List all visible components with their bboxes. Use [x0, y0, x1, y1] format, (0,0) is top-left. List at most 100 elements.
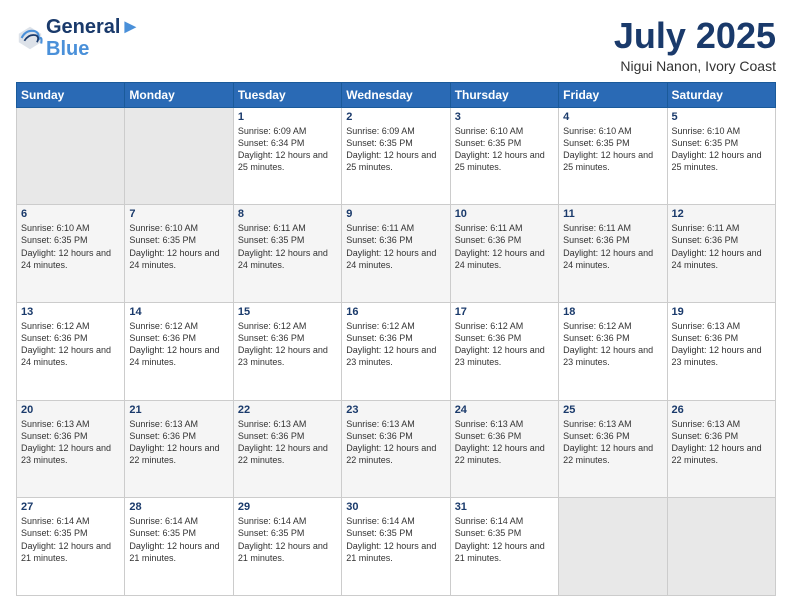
day-info: Sunrise: 6:10 AM Sunset: 6:35 PM Dayligh…: [455, 125, 554, 174]
calendar-cell: 18Sunrise: 6:12 AM Sunset: 6:36 PM Dayli…: [559, 302, 667, 400]
calendar-cell: 11 Sunrise: 6:11 AM Sunset: 6:36 PM Dayli…: [559, 205, 667, 303]
day-number: 6: [21, 208, 120, 220]
day-info: Sunrise: 6:13 AM Sunset: 6:36 PM Dayligh…: [455, 418, 554, 467]
calendar-cell: 4 Sunrise: 6:10 AM Sunset: 6:35 PM Daylig…: [559, 107, 667, 205]
calendar-cell: 2 Sunrise: 6:09 AM Sunset: 6:35 PM Daylig…: [342, 107, 450, 205]
calendar-cell: 3 Sunrise: 6:10 AM Sunset: 6:35 PM Daylig…: [450, 107, 558, 205]
day-number: 3: [455, 111, 554, 123]
week-row-2: 13Sunrise: 6:12 AM Sunset: 6:36 PM Dayli…: [17, 302, 776, 400]
day-number: 21: [129, 404, 228, 416]
day-number: 7: [129, 208, 228, 220]
month-title: July 2025: [614, 16, 776, 56]
day-info: Sunrise: 6:10 AM Sunset: 6:35 PM Dayligh…: [129, 222, 228, 271]
day-info: Sunrise: 6:09 AM Sunset: 6:35 PM Dayligh…: [346, 125, 445, 174]
page: General► Blue July 2025 Nigui Nanon, Ivo…: [0, 0, 792, 612]
day-number: 27: [21, 501, 120, 513]
calendar-cell: 14 Sunrise: 6:12 AM Sunset: 6:36 PM Dayli…: [125, 302, 233, 400]
week-row-1: 6 Sunrise: 6:10 AM Sunset: 6:35 PM Daylig…: [17, 205, 776, 303]
day-info: Sunrise: 6:14 AM Sunset: 6:35 PM Dayligh…: [238, 515, 337, 564]
day-info: Sunrise: 6:13 AM Sunset: 6:36 PM Dayligh…: [21, 418, 120, 467]
calendar-cell: 27 Sunrise: 6:14 AM Sunset: 6:35 PM Dayli…: [17, 498, 125, 596]
day-info: Sunrise: 6:12 AM Sunset: 6:36 PM Dayligh…: [129, 320, 228, 369]
location: Nigui Nanon, Ivory Coast: [614, 58, 776, 74]
day-info: Sunrise: 6:14 AM Sunset: 6:35 PM Dayligh…: [129, 515, 228, 564]
day-number: 11: [563, 208, 662, 220]
week-row-0: 1 Sunrise: 6:09 AM Sunset: 6:34 PM Daylig…: [17, 107, 776, 205]
day-number: 22: [238, 404, 337, 416]
day-info: Sunrise: 6:10 AM Sunset: 6:35 PM Dayligh…: [563, 125, 662, 174]
calendar-cell: 23 Sunrise: 6:13 AM Sunset: 6:36 PM Dayli…: [342, 400, 450, 498]
day-info: Sunrise: 6:11 AM Sunset: 6:36 PM Dayligh…: [672, 222, 771, 271]
calendar-cell: 28 Sunrise: 6:14 AM Sunset: 6:35 PM Dayli…: [125, 498, 233, 596]
day-info: Sunrise: 6:11 AM Sunset: 6:35 PM Dayligh…: [238, 222, 337, 271]
day-header-saturday: Saturday: [667, 82, 775, 107]
day-number: 16: [346, 306, 445, 318]
day-header-monday: Monday: [125, 82, 233, 107]
day-info: Sunrise: 6:10 AM Sunset: 6:35 PM Dayligh…: [672, 125, 771, 174]
calendar-cell: 26 Sunrise: 6:13 AM Sunset: 6:36 PM Dayli…: [667, 400, 775, 498]
calendar-cell: 5 Sunrise: 6:10 AM Sunset: 6:35 PM Daylig…: [667, 107, 775, 205]
day-number: 29: [238, 501, 337, 513]
day-info: Sunrise: 6:10 AM Sunset: 6:35 PM Dayligh…: [21, 222, 120, 271]
day-number: 5: [672, 111, 771, 123]
day-header-sunday: Sunday: [17, 82, 125, 107]
day-number: 15: [238, 306, 337, 318]
day-header-friday: Friday: [559, 82, 667, 107]
day-number: 1: [238, 111, 337, 123]
calendar-cell: 24 Sunrise: 6:13 AM Sunset: 6:36 PM Dayli…: [450, 400, 558, 498]
calendar-cell: 13Sunrise: 6:12 AM Sunset: 6:36 PM Dayli…: [17, 302, 125, 400]
day-number: 31: [455, 501, 554, 513]
calendar-cell: 30 Sunrise: 6:14 AM Sunset: 6:35 PM Dayli…: [342, 498, 450, 596]
calendar-cell: 21 Sunrise: 6:13 AM Sunset: 6:36 PM Dayli…: [125, 400, 233, 498]
day-number: 17: [455, 306, 554, 318]
day-info: Sunrise: 6:12 AM Sunset: 6:36 PM Dayligh…: [455, 320, 554, 369]
day-info: Sunrise: 6:12 AM Sunset: 6:36 PM Dayligh…: [21, 320, 120, 369]
logo-icon: [16, 24, 44, 52]
calendar-cell: 9 Sunrise: 6:11 AM Sunset: 6:36 PM Daylig…: [342, 205, 450, 303]
title-block: July 2025 Nigui Nanon, Ivory Coast: [614, 16, 776, 74]
logo: General► Blue: [16, 16, 140, 60]
calendar-header-row: SundayMondayTuesdayWednesdayThursdayFrid…: [17, 82, 776, 107]
day-header-wednesday: Wednesday: [342, 82, 450, 107]
day-number: 28: [129, 501, 228, 513]
day-number: 14: [129, 306, 228, 318]
calendar-cell: 6 Sunrise: 6:10 AM Sunset: 6:35 PM Daylig…: [17, 205, 125, 303]
calendar-cell: 29 Sunrise: 6:14 AM Sunset: 6:35 PM Dayli…: [233, 498, 341, 596]
week-row-4: 27 Sunrise: 6:14 AM Sunset: 6:35 PM Dayli…: [17, 498, 776, 596]
calendar-cell: 10Sunrise: 6:11 AM Sunset: 6:36 PM Dayli…: [450, 205, 558, 303]
day-info: Sunrise: 6:13 AM Sunset: 6:36 PM Dayligh…: [563, 418, 662, 467]
calendar-cell: [559, 498, 667, 596]
day-number: 26: [672, 404, 771, 416]
day-info: Sunrise: 6:14 AM Sunset: 6:35 PM Dayligh…: [21, 515, 120, 564]
day-number: 8: [238, 208, 337, 220]
day-number: 24: [455, 404, 554, 416]
day-info: Sunrise: 6:11 AM Sunset: 6:36 PM Dayligh…: [563, 222, 662, 271]
day-number: 2: [346, 111, 445, 123]
day-info: Sunrise: 6:12 AM Sunset: 6:36 PM Dayligh…: [238, 320, 337, 369]
day-number: 4: [563, 111, 662, 123]
day-header-tuesday: Tuesday: [233, 82, 341, 107]
header: General► Blue July 2025 Nigui Nanon, Ivo…: [16, 16, 776, 74]
day-header-thursday: Thursday: [450, 82, 558, 107]
day-info: Sunrise: 6:14 AM Sunset: 6:35 PM Dayligh…: [455, 515, 554, 564]
day-info: Sunrise: 6:13 AM Sunset: 6:36 PM Dayligh…: [672, 418, 771, 467]
calendar-cell: 1 Sunrise: 6:09 AM Sunset: 6:34 PM Daylig…: [233, 107, 341, 205]
calendar-table: SundayMondayTuesdayWednesdayThursdayFrid…: [16, 82, 776, 596]
calendar-cell: 12 Sunrise: 6:11 AM Sunset: 6:36 PM Dayli…: [667, 205, 775, 303]
day-info: Sunrise: 6:11 AM Sunset: 6:36 PM Dayligh…: [346, 222, 445, 271]
calendar-cell: 16Sunrise: 6:12 AM Sunset: 6:36 PM Dayli…: [342, 302, 450, 400]
calendar-cell: 8 Sunrise: 6:11 AM Sunset: 6:35 PM Daylig…: [233, 205, 341, 303]
day-number: 19: [672, 306, 771, 318]
day-info: Sunrise: 6:11 AM Sunset: 6:36 PM Dayligh…: [455, 222, 554, 271]
day-info: Sunrise: 6:13 AM Sunset: 6:36 PM Dayligh…: [672, 320, 771, 369]
day-number: 23: [346, 404, 445, 416]
day-info: Sunrise: 6:13 AM Sunset: 6:36 PM Dayligh…: [129, 418, 228, 467]
calendar-cell: 15 Sunrise: 6:12 AM Sunset: 6:36 PM Dayli…: [233, 302, 341, 400]
day-info: Sunrise: 6:14 AM Sunset: 6:35 PM Dayligh…: [346, 515, 445, 564]
day-number: 30: [346, 501, 445, 513]
day-info: Sunrise: 6:09 AM Sunset: 6:34 PM Dayligh…: [238, 125, 337, 174]
day-number: 12: [672, 208, 771, 220]
day-number: 9: [346, 208, 445, 220]
day-info: Sunrise: 6:13 AM Sunset: 6:36 PM Dayligh…: [346, 418, 445, 467]
calendar-cell: 22Sunrise: 6:13 AM Sunset: 6:36 PM Dayli…: [233, 400, 341, 498]
